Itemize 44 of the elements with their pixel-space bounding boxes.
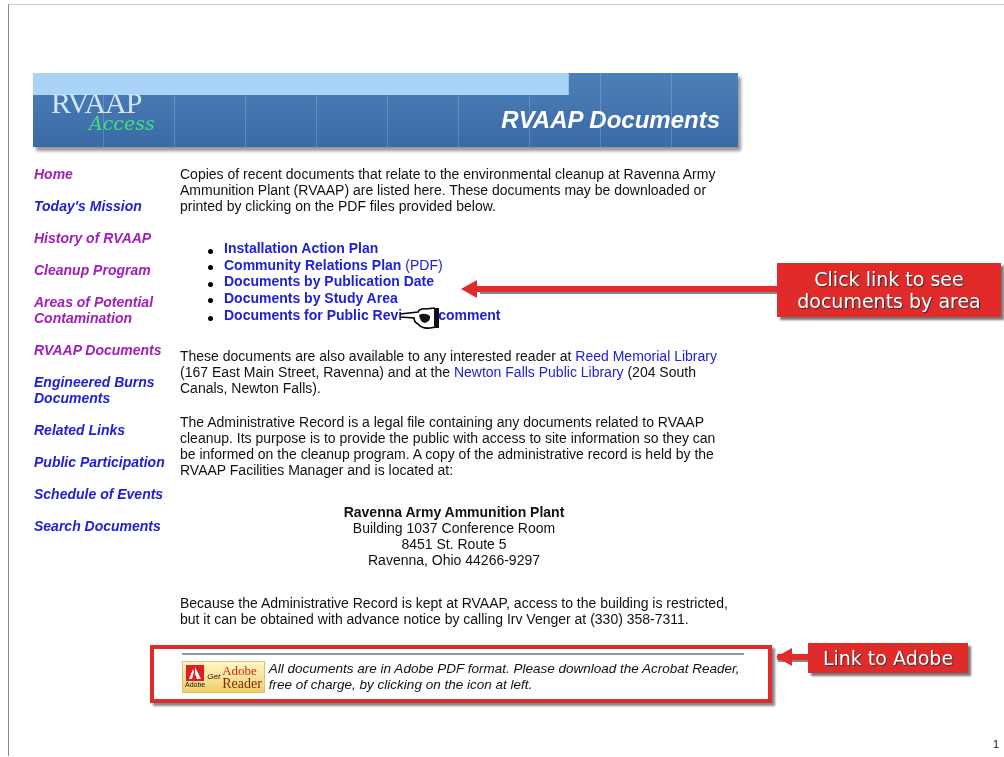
- nav-link[interactable]: Home: [34, 166, 174, 182]
- logo-script-text: Access: [89, 113, 155, 133]
- nav-link[interactable]: Schedule of Events: [34, 486, 174, 502]
- library-link[interactable]: Newton Falls Public Library: [453, 364, 624, 380]
- nav-link[interactable]: Cleanup Program: [34, 262, 174, 278]
- footer-note: All documents are in Adobe PDF format. Please download the Acrobat Reader, free of charge, by clicking on the icon at left.: [268, 661, 741, 693]
- bullet-icon: [208, 248, 213, 254]
- nav-link[interactable]: Public Participation: [34, 454, 174, 470]
- nav-link[interactable]: Areas of Potential Contamination: [34, 294, 174, 326]
- nav-link[interactable]: History of RVAAP: [34, 230, 174, 246]
- page-title: RVAAP Documents: [501, 106, 720, 134]
- address-line: Ravenna Army Ammunition Plant: [343, 504, 565, 520]
- nav-link[interactable]: Related Links: [34, 422, 174, 438]
- bullet-icon: [208, 281, 213, 287]
- nav-link[interactable]: Today's Mission: [34, 198, 174, 214]
- badge-brand-text: Adobe: [222, 664, 258, 677]
- slide-number: 1: [993, 738, 1000, 750]
- address-line: Building 1037 Conference Room: [352, 520, 556, 536]
- document-link[interactable]: Community Relations Plan: [224, 256, 402, 273]
- admin-record-paragraph: The Administrative Record is a legal file containing any documents related to RVAAP cleanup. Its purpose is to provide the public with access to site information so they can be informed on the cleanup program. A copy of the administrative record is held by the RVAAP Facilities Manager and is located at:: [180, 414, 717, 478]
- document-link[interactable]: Installation Action Plan: [224, 240, 379, 257]
- badge-product-text: Reader: [222, 677, 262, 690]
- nav-link[interactable]: RVAAP Documents: [34, 342, 174, 358]
- access-paragraph: Because the Administrative Record is kept at RVAAP, access to the building is restricted, but it can be obtained with advance notice by calling Irv Venger at (330) 358-7311.: [180, 595, 728, 627]
- address-line: 8451 St. Route 5: [401, 536, 507, 552]
- bullet-icon: [208, 298, 213, 304]
- document-link[interactable]: Documents for Public Revi: [224, 306, 403, 324]
- callout-arrow: [776, 648, 808, 668]
- pdf-link[interactable]: (PDF): [405, 256, 443, 273]
- callout-box: Link to Adobe: [808, 643, 968, 673]
- nav-link[interactable]: Engineered Burns Documents: [34, 374, 174, 406]
- document-link[interactable]: Documents by Publication Date: [224, 273, 435, 290]
- library-link[interactable]: Reed Memorial Library: [575, 348, 717, 364]
- document-link[interactable]: comment: [438, 306, 501, 324]
- address-line: Ravenna, Ohio 44266-9297: [368, 552, 540, 568]
- badge-get-text: Get: [207, 671, 221, 683]
- callout-box: Click link to see documents by area: [777, 263, 1001, 317]
- nav-link[interactable]: Search Documents: [34, 518, 174, 534]
- bullet-icon: [208, 315, 213, 321]
- intro-paragraph: Copies of recent documents that relate to the environmental cleanup at Ravenna Army Ammunition Plant (RVAAP) are listed here. These documents may be downloaded or printed by clicking on the PDF files provided below.: [180, 166, 717, 214]
- bullet-icon: [208, 265, 213, 271]
- availability-paragraph: These documents are also available to any interested reader at Reed Memorial Library (167 East Main Street, Ravenna) and at the Newton Falls Public Library (204 South Canals, Newton Falls).: [180, 348, 718, 396]
- document-link[interactable]: Documents by Study Area: [224, 289, 398, 306]
- adobe-logo-icon: [186, 665, 205, 681]
